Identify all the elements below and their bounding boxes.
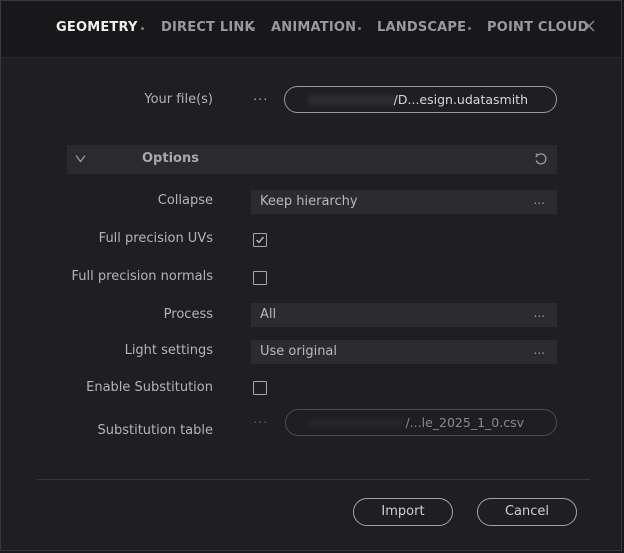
options-title: Options — [142, 151, 199, 166]
collapse-value: Keep hierarchy — [260, 194, 358, 209]
file-label: Your file(s) — [144, 92, 213, 107]
tab-point-cloud[interactable]: POINT CLOUD — [487, 20, 589, 35]
substitution-table-field[interactable]: /...le_2025_1_0.csv — [285, 409, 557, 436]
collapse-label: Collapse — [157, 193, 213, 208]
file-browse-button[interactable]: ··· — [253, 94, 268, 107]
tab-separator — [252, 27, 255, 30]
tab-separator — [141, 27, 144, 30]
tab-landscape[interactable]: LANDSCAPE — [377, 20, 466, 35]
collapse-select[interactable]: Keep hierarchy ... — [251, 190, 557, 214]
close-icon[interactable] — [582, 19, 596, 33]
light-settings-select[interactable]: Use original ... — [251, 340, 557, 364]
cancel-button[interactable]: Cancel — [477, 498, 577, 526]
tab-separator — [358, 27, 361, 30]
redacted-path — [307, 95, 397, 105]
full-precision-uvs-checkbox[interactable] — [253, 233, 267, 247]
light-settings-more-icon: ... — [533, 343, 545, 357]
process-value: All — [260, 307, 277, 322]
light-settings-value: Use original — [260, 344, 338, 359]
file-path-field[interactable]: /D...esign.udatasmith — [284, 86, 557, 113]
import-dialog: GEOMETRY DIRECT LINK ANIMATION LANDSCAPE… — [0, 0, 622, 551]
reset-icon[interactable] — [533, 151, 549, 167]
import-button[interactable]: Import — [353, 498, 453, 526]
full-precision-normals-label: Full precision normals — [71, 269, 213, 284]
enable-substitution-checkbox[interactable] — [253, 381, 267, 395]
full-precision-normals-checkbox[interactable] — [253, 271, 267, 285]
tab-separator — [468, 27, 471, 30]
chevron-down-icon[interactable] — [75, 153, 86, 164]
substitution-table-text: /...le_2025_1_0.csv — [405, 415, 524, 430]
substitution-browse-button[interactable]: ··· — [253, 417, 268, 430]
tab-geometry[interactable]: GEOMETRY — [56, 20, 138, 35]
process-label: Process — [163, 307, 213, 322]
process-more-icon: ... — [533, 306, 545, 320]
enable-substitution-label: Enable Substitution — [86, 380, 213, 395]
tab-bar: GEOMETRY DIRECT LINK ANIMATION LANDSCAPE… — [1, 1, 621, 58]
checkmark-icon — [256, 236, 265, 244]
file-path-text: /D...esign.udatasmith — [393, 92, 528, 107]
full-precision-uvs-label: Full precision UVs — [98, 231, 213, 246]
redacted-path — [308, 418, 404, 428]
tab-animation[interactable]: ANIMATION — [271, 20, 356, 35]
options-section-header[interactable]: Options — [67, 145, 557, 174]
light-settings-label: Light settings — [124, 343, 213, 358]
collapse-more-icon: ... — [533, 193, 545, 207]
process-select[interactable]: All ... — [251, 303, 557, 327]
substitution-table-label: Substitution table — [97, 423, 213, 438]
footer-divider — [37, 479, 590, 480]
tab-direct-link[interactable]: DIRECT LINK — [161, 20, 255, 35]
